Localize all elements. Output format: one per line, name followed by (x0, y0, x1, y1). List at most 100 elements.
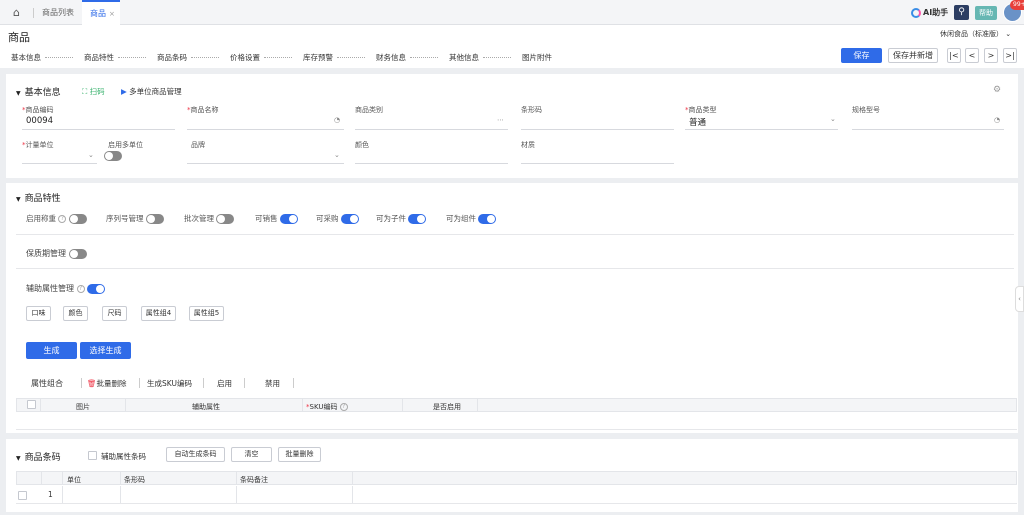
shelf-life-toggle[interactable] (68, 248, 87, 259)
sku-table-header (16, 398, 1017, 412)
prev-record-button[interactable]: < (965, 48, 979, 63)
edit-icon[interactable]: ◔ (994, 116, 1000, 124)
basic-info-title[interactable]: ▼ 基本信息 (16, 85, 61, 98)
edit-icon[interactable]: ◔ (334, 116, 340, 124)
multi-unit-toggle[interactable] (104, 151, 122, 161)
select-generate-button[interactable]: 选择生成 (80, 342, 131, 359)
auto-gen-barcode-button[interactable]: 自动生成条码 (166, 447, 225, 462)
row-bottom (16, 503, 1017, 504)
store-selector[interactable]: 休闲食品（标准版） ⌄ (940, 29, 1011, 39)
save-button[interactable]: 保存 (841, 48, 882, 63)
unit-select[interactable] (22, 148, 97, 163)
chevron-down-icon[interactable]: ⌄ (830, 115, 836, 123)
serial-toggle[interactable] (145, 214, 164, 224)
attr-combo-tab[interactable]: 属性组合 (31, 378, 63, 389)
multi-unit-label: 多单位商品管理 (129, 87, 182, 96)
component-option: 可为组件 (446, 213, 497, 224)
expand-panel-handle[interactable]: ‹ (1015, 286, 1024, 312)
step-images[interactable]: 图片附件 (511, 52, 552, 63)
scan-button[interactable]: ⛶ 扫码 (82, 86, 105, 97)
attr-chip-group5[interactable]: 属性组5 (189, 306, 224, 321)
help-icon[interactable]: ? (58, 215, 67, 223)
col-image: 图片 (76, 403, 90, 411)
save-and-new-button[interactable]: 保存并新增 (888, 48, 938, 63)
first-record-button[interactable]: |< (947, 48, 961, 63)
notification-badge: 99+ (1010, 0, 1024, 10)
type-select[interactable]: 普通 (689, 116, 706, 128)
disable-button[interactable]: 禁用 (265, 378, 280, 389)
step-stock-alert[interactable]: 库存预警 (292, 52, 333, 63)
close-icon[interactable]: × (109, 10, 115, 18)
chevron-down-icon[interactable]: ⌄ (334, 151, 340, 159)
more-icon[interactable]: ⋯ (497, 116, 504, 124)
serial-label: 序列号管理 (106, 214, 144, 223)
select-all-checkbox[interactable] (27, 400, 36, 409)
divider (236, 471, 237, 485)
gen-sku-button[interactable]: 生成SKU编码 (147, 378, 192, 389)
next-record-button[interactable]: > (984, 48, 998, 63)
divider (16, 268, 1014, 269)
tab-product-label: 商品 (90, 9, 106, 18)
help-button[interactable]: 帮助 (975, 6, 997, 20)
color-field[interactable] (355, 148, 508, 163)
multi-unit-button[interactable]: ▶ 多单位商品管理 (121, 86, 182, 97)
enable-button[interactable]: 启用 (217, 378, 232, 389)
attr-chip-group4[interactable]: 属性组4 (141, 306, 176, 321)
divider (120, 486, 121, 503)
last-record-button[interactable]: >| (1003, 48, 1017, 63)
settings-icon[interactable]: ⚙ (993, 85, 1001, 95)
child-toggle[interactable] (408, 214, 427, 224)
features-title[interactable]: ▼ 商品特性 (16, 191, 61, 204)
category-field[interactable] (355, 113, 508, 129)
aux-barcode-checkbox[interactable] (88, 451, 97, 460)
barcodes-title[interactable]: ▼ 商品条码 (16, 450, 61, 463)
material-field[interactable] (521, 148, 674, 163)
row-checkbox[interactable] (18, 491, 27, 500)
help-icon[interactable]: ? (76, 284, 85, 293)
batch-toggle[interactable] (216, 214, 235, 224)
step-barcodes[interactable]: 商品条码 (146, 52, 187, 63)
attr-chip-color[interactable]: 颜色 (63, 306, 88, 321)
clear-button[interactable]: 清空 (231, 447, 272, 462)
child-label: 可为子件 (376, 214, 406, 223)
ai-icon (911, 7, 921, 18)
divider (16, 234, 1014, 235)
divider (293, 378, 294, 388)
purchasable-label: 可采购 (316, 214, 339, 223)
aux-option: 辅助属性管理 ? (26, 283, 106, 294)
name-field[interactable] (187, 113, 344, 129)
barcode-field[interactable] (521, 113, 674, 129)
barcodes-label: 商品条码 (24, 453, 61, 463)
step-divider (410, 56, 438, 58)
type-label: *商品类型 (685, 106, 717, 114)
generate-button[interactable]: 生成 (26, 342, 77, 359)
barcode-underline (521, 129, 674, 130)
ai-assistant-button[interactable]: AI助手 (911, 7, 948, 18)
sellable-toggle[interactable] (279, 214, 298, 224)
component-toggle[interactable] (478, 214, 497, 224)
code-field[interactable]: 00094 (26, 116, 53, 126)
step-pricing[interactable]: 价格设置 (219, 52, 260, 63)
attr-batch-delete-button[interactable]: 🗑批量删除 (87, 378, 127, 389)
home-icon[interactable]: ⌂ (10, 6, 23, 19)
barcode-batch-delete-button[interactable]: 批量删除 (278, 447, 321, 462)
aux-toggle[interactable] (87, 283, 106, 294)
help-icon[interactable]: ? (339, 403, 348, 411)
step-other[interactable]: 其他信息 (438, 52, 479, 63)
chevron-down-icon[interactable]: ⌄ (88, 151, 94, 159)
step-finance[interactable]: 财务信息 (365, 52, 406, 63)
attr-chip-flavor[interactable]: 口味 (26, 306, 51, 321)
step-basic[interactable]: 基本信息 (0, 52, 41, 63)
page-title: 商品 (8, 31, 30, 44)
tab-product[interactable]: 商品 × (82, 0, 120, 25)
purchasable-toggle[interactable] (340, 214, 359, 224)
attr-chip-size[interactable]: 尺码 (102, 306, 127, 321)
step-features[interactable]: 商品特性 (73, 52, 114, 63)
brand-select[interactable] (187, 148, 344, 163)
spec-field[interactable] (852, 113, 1004, 129)
tab-product-list[interactable]: 商品列表 (42, 7, 74, 18)
divider (203, 378, 204, 388)
weigh-toggle[interactable] (68, 214, 87, 224)
step-divider (191, 56, 219, 58)
search-icon[interactable]: ⚲ (954, 5, 969, 20)
